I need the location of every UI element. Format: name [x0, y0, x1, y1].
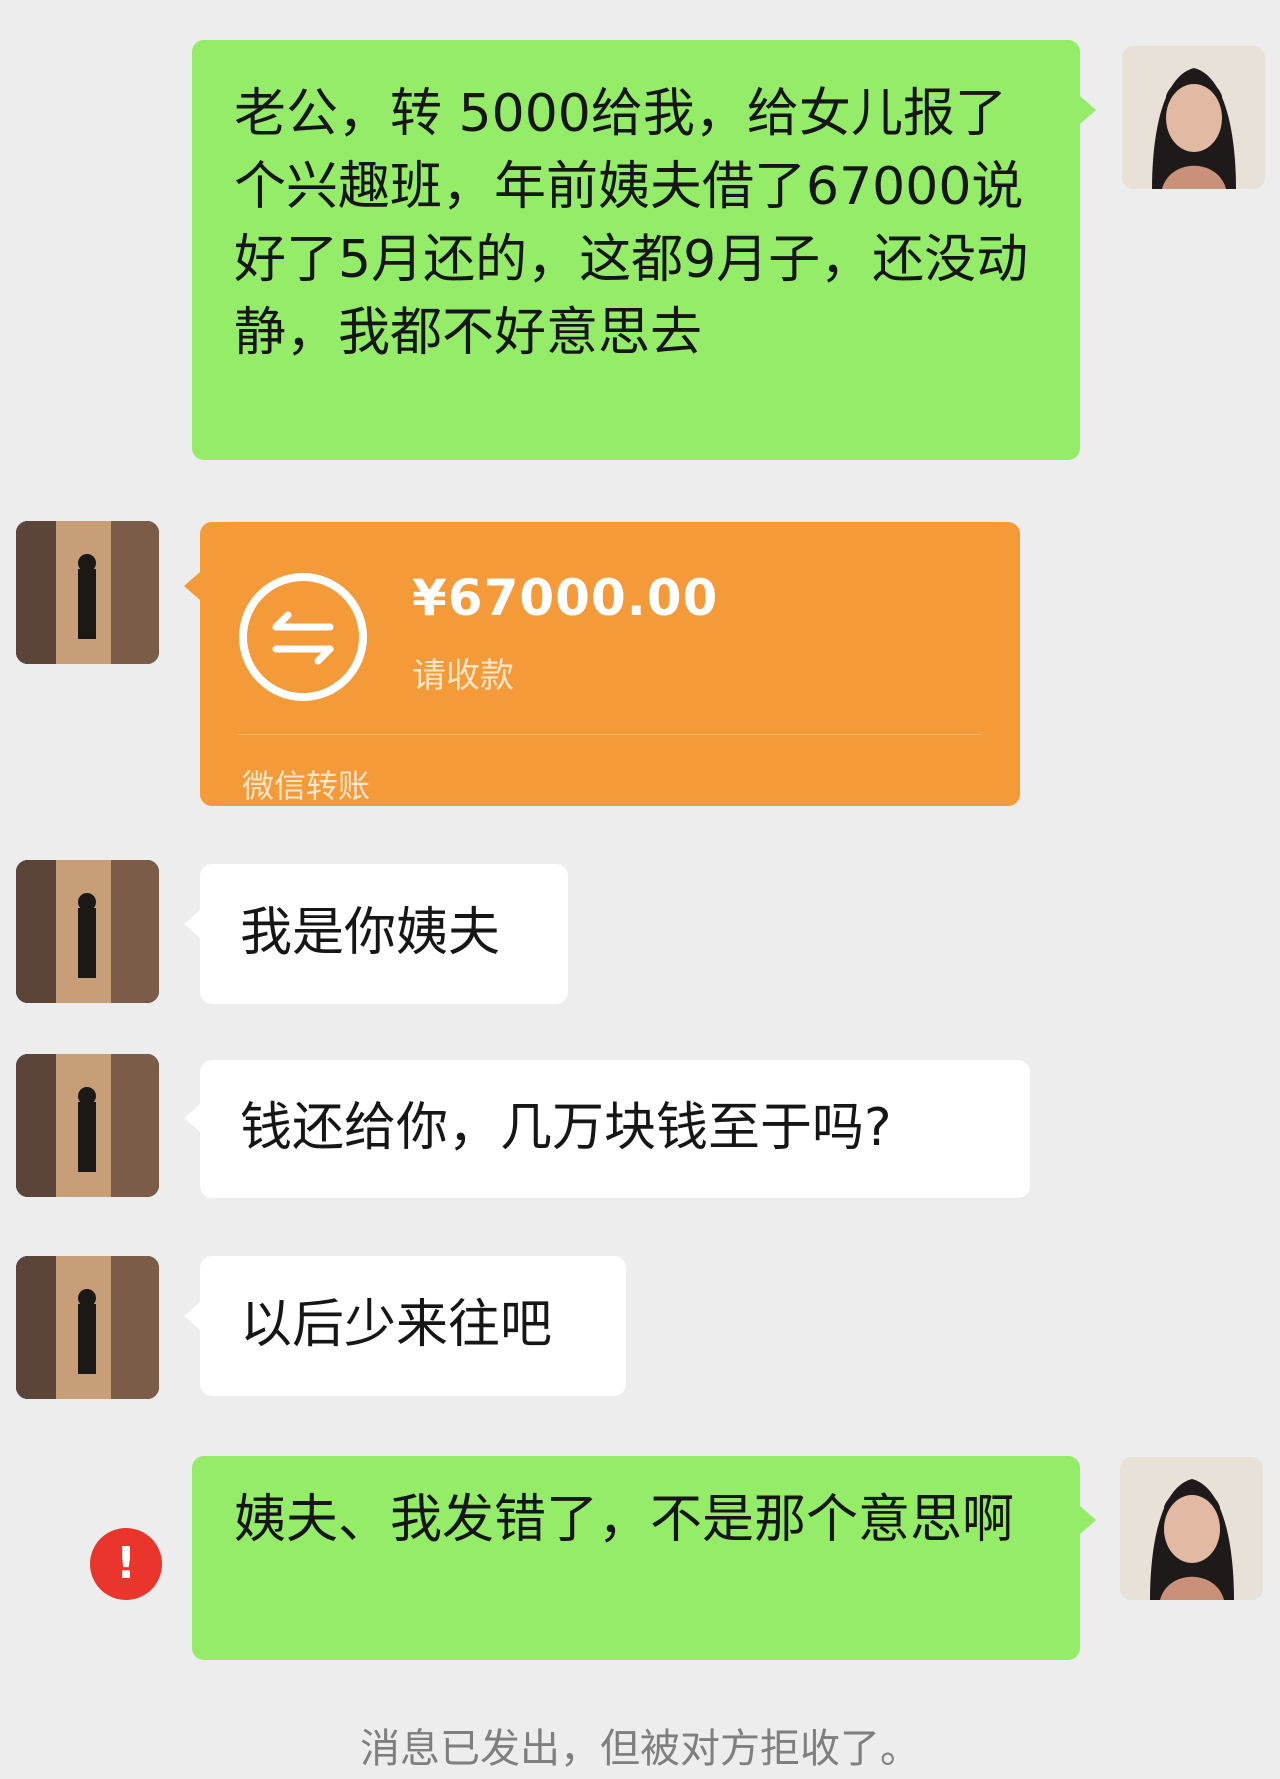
- female-avatar[interactable]: [1120, 1457, 1263, 1600]
- message-text: 钱还给你，几万块钱至于吗?: [240, 1098, 892, 1158]
- message-bubble[interactable]: 钱还给你，几万块钱至于吗?: [200, 1060, 1030, 1198]
- transfer-card[interactable]: ¥67000.00 请收款 微信转账: [200, 522, 1020, 806]
- error-icon[interactable]: !: [90, 1528, 162, 1600]
- system-note: 消息已发出，但被对方拒收了。: [360, 1726, 920, 1772]
- male-avatar[interactable]: [16, 521, 159, 664]
- bubble-tail: [1080, 96, 1096, 124]
- female-avatar[interactable]: [1122, 46, 1265, 189]
- bubble-tail: [184, 1302, 200, 1330]
- message-bubble[interactable]: 我是你姨夫: [200, 864, 568, 1004]
- bubble-tail: [184, 910, 200, 938]
- bubble-tail: [184, 572, 200, 600]
- message-bubble[interactable]: 老公，转 5000给我，给女儿报了个兴趣班，年前姨夫借了67000说好了5月还的…: [192, 40, 1080, 460]
- male-avatar[interactable]: [16, 860, 159, 1003]
- transfer-amount: ¥67000.00: [412, 569, 719, 627]
- message-bubble[interactable]: 姨夫、我发错了，不是那个意思啊: [192, 1456, 1080, 1660]
- message-text: 我是你姨夫: [240, 903, 501, 963]
- male-avatar[interactable]: [16, 1054, 159, 1197]
- message-text: 姨夫、我发错了，不是那个意思啊: [234, 1490, 1015, 1550]
- bubble-tail: [1080, 1506, 1096, 1534]
- message-text: 以后少来往吧: [240, 1295, 553, 1355]
- message-bubble[interactable]: 以后少来往吧: [200, 1256, 626, 1396]
- male-avatar[interactable]: [16, 1256, 159, 1399]
- message-text: 老公，转 5000给我，给女儿报了个兴趣班，年前姨夫借了67000说好了5月还的…: [234, 84, 1029, 363]
- divider: [238, 734, 982, 735]
- transfer-footer-label: 微信转账: [242, 767, 371, 805]
- transfer-status: 请收款: [412, 656, 514, 696]
- bubble-tail: [184, 1104, 200, 1132]
- transfer-arrows-icon: [239, 573, 367, 701]
